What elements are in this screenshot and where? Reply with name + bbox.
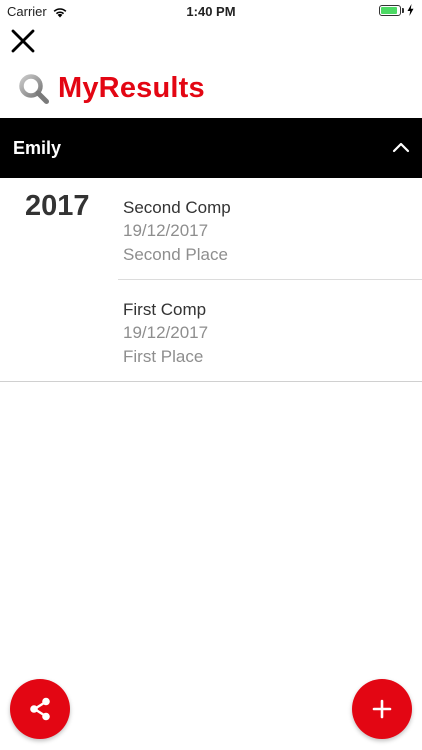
- result-title: Second Comp: [123, 198, 231, 217]
- result-date: 19/12/2017: [123, 221, 209, 240]
- app-title: MyResults: [58, 72, 205, 104]
- close-button[interactable]: [10, 28, 36, 54]
- battery-cap: [402, 7, 404, 13]
- battery-level-fill: [381, 6, 398, 14]
- section-header-emily[interactable]: Emily: [0, 118, 422, 178]
- battery-indicator: [379, 4, 414, 16]
- result-place: First Place: [123, 347, 204, 366]
- add-result-button[interactable]: [352, 679, 412, 739]
- share-icon: [30, 697, 50, 721]
- battery-icon: [379, 4, 401, 16]
- close-icon: [11, 29, 35, 53]
- results-list: Second Comp 19/12/2017 Second Place Firs…: [118, 178, 422, 380]
- result-date: 19/12/2017: [123, 323, 209, 342]
- brand-header: MyResults: [18, 72, 205, 105]
- section-name: Emily: [13, 138, 62, 158]
- status-time: 1:40 PM: [186, 4, 236, 19]
- status-bar: Carrier 1:40 PM: [0, 0, 422, 22]
- magnifier-icon: [19, 73, 49, 104]
- result-place: Second Place: [123, 245, 228, 264]
- share-button[interactable]: [10, 679, 70, 739]
- plus-icon: [372, 699, 392, 719]
- result-title: First Comp: [123, 300, 207, 319]
- result-list-item[interactable]: Second Comp 19/12/2017 Second Place: [118, 178, 422, 279]
- result-list-item[interactable]: First Comp 19/12/2017 First Place: [118, 279, 422, 380]
- charging-bolt-icon: [407, 4, 414, 16]
- chevron-up-icon: [392, 142, 410, 153]
- year-label: 2017: [25, 190, 90, 222]
- list-divider: [0, 381, 422, 382]
